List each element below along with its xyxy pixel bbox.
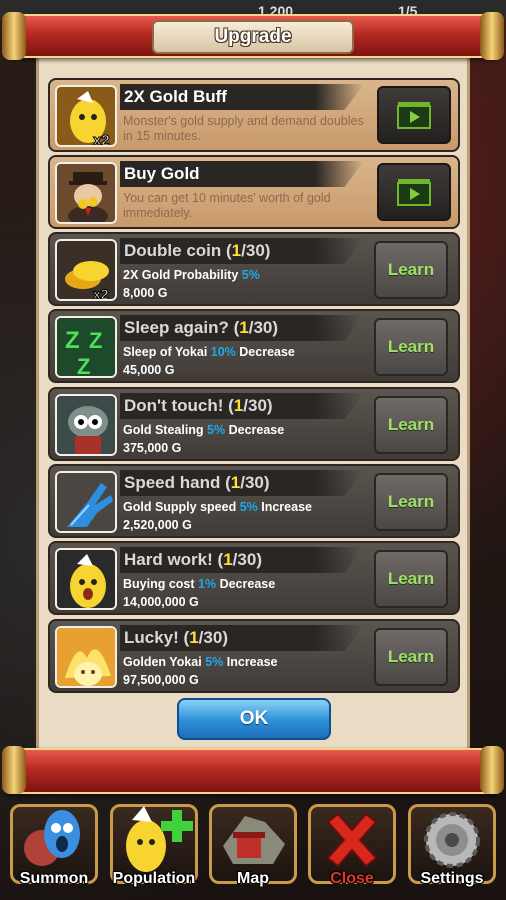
- learn-button[interactable]: Learn: [374, 473, 448, 531]
- population-icon: [126, 806, 193, 872]
- skill-name: Don't touch! (1/30): [124, 396, 273, 415]
- skill-desc: 2X Gold Probability 5%: [123, 268, 260, 282]
- skill-desc: Buying cost 1% Decrease: [123, 577, 276, 591]
- learn-button[interactable]: Learn: [374, 396, 448, 454]
- special-desc: Monster's gold supply and demand doubles…: [123, 114, 364, 143]
- learn-button[interactable]: Learn: [374, 550, 448, 608]
- zzz-icon: Z Z Z: [55, 316, 117, 378]
- skill-cost: 375,000 G: [123, 441, 182, 455]
- svg-text:x2: x2: [93, 132, 110, 147]
- nav-settings-button[interactable]: Settings: [404, 800, 500, 900]
- video-play-icon: [397, 102, 431, 129]
- skill-name: Hard work! (1/30): [124, 550, 262, 569]
- yokai-icon: [55, 548, 117, 610]
- nav-close-button[interactable]: Close: [304, 800, 400, 900]
- nav-population-button[interactable]: Population: [106, 800, 202, 900]
- learn-button[interactable]: Learn: [374, 628, 448, 686]
- special-desc: You can get 10 minutes' worth of gold im…: [123, 191, 331, 220]
- skill-name: Double coin (1/30): [124, 241, 271, 260]
- skill-row-speed-hand: Speed hand (1/30) Gold Supply speed 5% I…: [48, 464, 460, 538]
- skill-row-double-coin: x2 Double coin (1/30) 2X Gold Probabilit…: [48, 232, 460, 306]
- settings-gear-icon: [424, 812, 480, 868]
- nav-label: Summon: [19, 870, 89, 887]
- skill-cost: 45,000 G: [123, 363, 175, 377]
- golden-yokai-icon: [55, 626, 117, 688]
- skill-desc: Gold Stealing 5% Decrease: [123, 423, 285, 437]
- skill-cost: 2,520,000 G: [123, 518, 192, 532]
- skill-row-hard-work: Hard work! (1/30) Buying cost 1% Decreas…: [48, 541, 460, 615]
- watch-video-button[interactable]: [377, 86, 451, 144]
- svg-text:Z: Z: [89, 328, 102, 353]
- skill-row-dont-touch: Don't touch! (1/30) Gold Stealing 5% Dec…: [48, 387, 460, 461]
- watch-video-button[interactable]: [377, 163, 451, 221]
- thief-icon: [55, 394, 117, 456]
- learn-button[interactable]: Learn: [374, 318, 448, 376]
- scroll-rod-bottom: [2, 746, 504, 794]
- skill-cost: 14,000,000 G: [123, 595, 199, 609]
- map-icon: [223, 816, 285, 864]
- skill-desc: Golden Yokai 5% Increase: [123, 655, 278, 669]
- skill-row-lucky: Lucky! (1/30) Golden Yokai 5% Increase 9…: [48, 619, 460, 693]
- video-play-icon: [397, 179, 431, 206]
- skill-name: Lucky! (1/30): [124, 628, 228, 647]
- special-row-gold-buff: x2 2X Gold Buff Monster's gold supply an…: [48, 78, 460, 152]
- skill-row-sleep-again: Z Z Z Sleep again? (1/30) Sleep of Yokai…: [48, 309, 460, 383]
- skill-cost: 8,000 G: [123, 286, 168, 300]
- nav-map-button[interactable]: Map: [205, 800, 301, 900]
- dialog-title-plate: Upgrade: [152, 20, 354, 54]
- hand-icon: [55, 471, 117, 533]
- svg-text:x2: x2: [93, 286, 109, 301]
- learn-button[interactable]: Learn: [374, 241, 448, 299]
- skill-name: Speed hand (1/30): [124, 473, 270, 492]
- nav-summon-button[interactable]: Summon: [6, 800, 102, 900]
- gold-buff-icon: x2: [55, 85, 117, 147]
- summon-icon: [24, 810, 80, 866]
- nav-label: Settings: [420, 870, 484, 887]
- buy-gold-icon: [55, 162, 117, 224]
- nav-label: Close: [330, 870, 374, 887]
- special-row-buy-gold: Buy Gold You can get 10 minutes' worth o…: [48, 155, 460, 229]
- dialog-title: Upgrade: [214, 26, 292, 47]
- svg-text:Z: Z: [65, 327, 80, 354]
- close-icon: [326, 812, 378, 868]
- special-name: Buy Gold: [124, 164, 200, 183]
- skill-name: Sleep again? (1/30): [124, 318, 279, 337]
- special-name: 2X Gold Buff: [124, 87, 227, 106]
- coins-icon: x2: [55, 239, 117, 301]
- ok-button[interactable]: OK: [177, 698, 331, 740]
- skill-cost: 97,500,000 G: [123, 673, 199, 687]
- nav-label: Map: [237, 870, 269, 887]
- skill-desc: Gold Supply speed 5% Increase: [123, 500, 312, 514]
- svg-text:Z: Z: [77, 354, 90, 378]
- skill-desc: Sleep of Yokai 10% Decrease: [123, 345, 295, 359]
- nav-label: Population: [112, 870, 196, 887]
